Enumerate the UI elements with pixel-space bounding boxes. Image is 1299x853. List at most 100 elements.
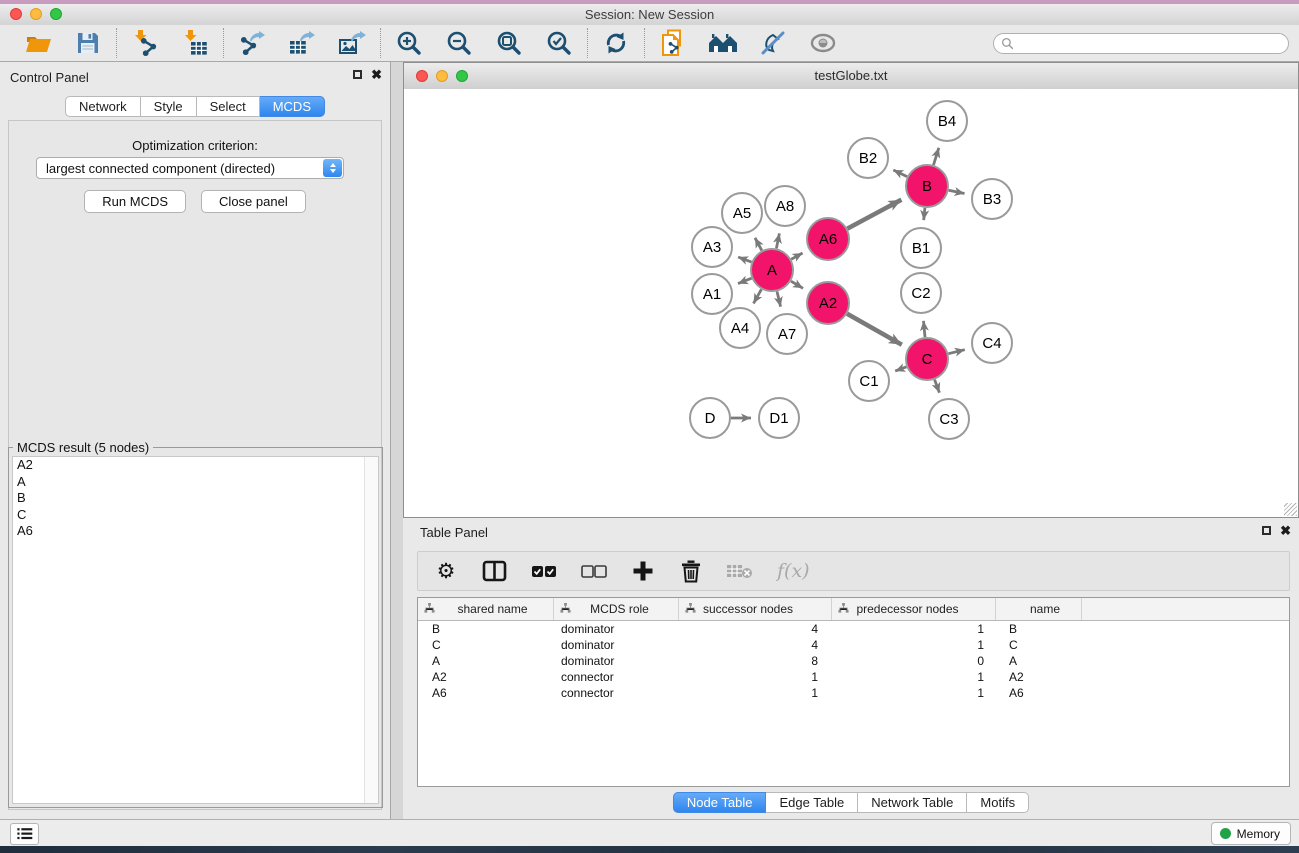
edge-A-A4[interactable] [754,289,762,303]
edge-C-C2[interactable] [924,321,926,337]
search-input[interactable] [1018,36,1288,52]
mcds-result-list[interactable]: A2ABCA6 [12,456,379,804]
close-panel-icon[interactable]: ✖ [371,69,382,80]
apply-function-icon[interactable]: f(x) [777,557,810,585]
node-A6[interactable]: A6 [807,218,849,260]
memory-button[interactable]: Memory [1211,822,1291,845]
cell[interactable]: C [996,638,1082,652]
table-row[interactable]: A2connector11A2 [418,669,1289,685]
list-scrollbar[interactable] [364,457,378,803]
cell[interactable]: connector [554,670,679,684]
zoom-out-icon[interactable] [444,28,474,58]
close-panel-button[interactable]: Close panel [201,190,306,213]
node-B2[interactable]: B2 [848,138,888,178]
node-B1[interactable]: B1 [901,228,941,268]
refresh-layout-icon[interactable] [601,28,631,58]
zoom-fit-icon[interactable] [494,28,524,58]
cell[interactable]: dominator [554,654,679,668]
node-C4[interactable]: C4 [972,323,1012,363]
open-file-icon[interactable] [23,28,53,58]
node-B4[interactable]: B4 [927,101,967,141]
cell[interactable]: A2 [418,670,554,684]
cell[interactable]: dominator [554,622,679,636]
node-B[interactable]: B [906,165,948,207]
optimization-criterion-select[interactable]: largest connected component (directed) [36,157,344,179]
tab-node-table[interactable]: Node Table [673,792,767,813]
node-A1[interactable]: A1 [692,274,732,314]
export-image-icon[interactable] [337,28,367,58]
edge-B-B2[interactable] [893,170,907,177]
column-header-MCDS-role[interactable]: MCDS role [554,598,679,620]
cell[interactable]: B [996,622,1082,636]
cell[interactable]: 4 [679,638,832,652]
copy-network-icon[interactable] [658,28,688,58]
edge-B-B4[interactable] [934,148,939,165]
cell[interactable]: 4 [679,622,832,636]
column-header-predecessor-nodes[interactable]: predecessor nodes [832,598,996,620]
network-canvas[interactable]: B4 B2 B B3 A5 A8 A6 A3 B1 A A1 C2 A2 [404,89,1298,517]
cell[interactable]: 8 [679,654,832,668]
edge-C-C4[interactable] [948,350,964,354]
tab-motifs[interactable]: Motifs [967,792,1029,813]
search-field[interactable] [993,33,1289,54]
edge-B-B1[interactable] [924,208,925,220]
show-details-icon[interactable] [808,28,838,58]
tab-edge-table[interactable]: Edge Table [766,792,858,813]
delete-table-icon[interactable] [727,557,753,585]
node-C[interactable]: C [906,338,948,380]
split-view-icon[interactable] [482,557,507,585]
table-row[interactable]: Cdominator41C [418,637,1289,653]
select-all-icon[interactable] [531,557,557,585]
node-C1[interactable]: C1 [849,361,889,401]
node-C3[interactable]: C3 [929,399,969,439]
edge-A6-B[interactable] [847,200,901,229]
tab-network[interactable]: Network [65,96,141,117]
cell[interactable]: A6 [418,686,554,700]
float-panel-icon[interactable] [353,70,362,79]
deselect-all-icon[interactable] [581,557,607,585]
edge-A-A2[interactable] [791,281,803,288]
edge-A-A8[interactable] [776,233,779,248]
zoom-selected-icon[interactable] [544,28,574,58]
edge-A2-C[interactable] [847,314,902,345]
cell[interactable]: 1 [832,622,996,636]
table-row[interactable]: A6connector11A6 [418,685,1289,701]
save-session-icon[interactable] [73,28,103,58]
tab-mcds[interactable]: MCDS [260,96,325,117]
node-A8[interactable]: A8 [765,186,805,226]
zoom-in-icon[interactable] [394,28,424,58]
mcds-result-item[interactable]: A2 [13,457,378,474]
tab-network-table[interactable]: Network Table [858,792,967,813]
cell[interactable]: 1 [832,670,996,684]
cell[interactable]: dominator [554,638,679,652]
cell[interactable]: A [996,654,1082,668]
edge-C-C3[interactable] [935,380,940,393]
float-table-panel-icon[interactable] [1262,526,1271,535]
node-B3[interactable]: B3 [972,179,1012,219]
cell[interactable]: connector [554,686,679,700]
mcds-result-item[interactable]: B [13,490,378,507]
cell[interactable]: A2 [996,670,1082,684]
import-table-icon[interactable] [180,28,210,58]
node-A4[interactable]: A4 [720,308,760,348]
node-D[interactable]: D [690,398,730,438]
edge-A-A3[interactable] [738,257,751,262]
cell[interactable]: 1 [679,686,832,700]
run-mcds-button[interactable]: Run MCDS [84,190,186,213]
cell[interactable]: A6 [996,686,1082,700]
mcds-result-item[interactable]: A [13,474,378,491]
node-A[interactable]: A [751,249,793,291]
cell[interactable]: 1 [832,686,996,700]
delete-row-icon[interactable] [679,557,703,585]
edge-A-A5[interactable] [755,238,762,251]
export-network-icon[interactable] [237,28,267,58]
cell[interactable]: 0 [832,654,996,668]
edge-B-B3[interactable] [949,190,965,193]
table-row[interactable]: Adominator80A [418,653,1289,669]
show-task-history-button[interactable] [10,823,39,845]
node-D1[interactable]: D1 [759,398,799,438]
close-table-panel-icon[interactable]: ✖ [1280,525,1291,536]
column-header-shared-name[interactable]: shared name [418,598,554,620]
mcds-result-item[interactable]: A6 [13,523,378,540]
column-header-name[interactable]: name [996,598,1082,620]
